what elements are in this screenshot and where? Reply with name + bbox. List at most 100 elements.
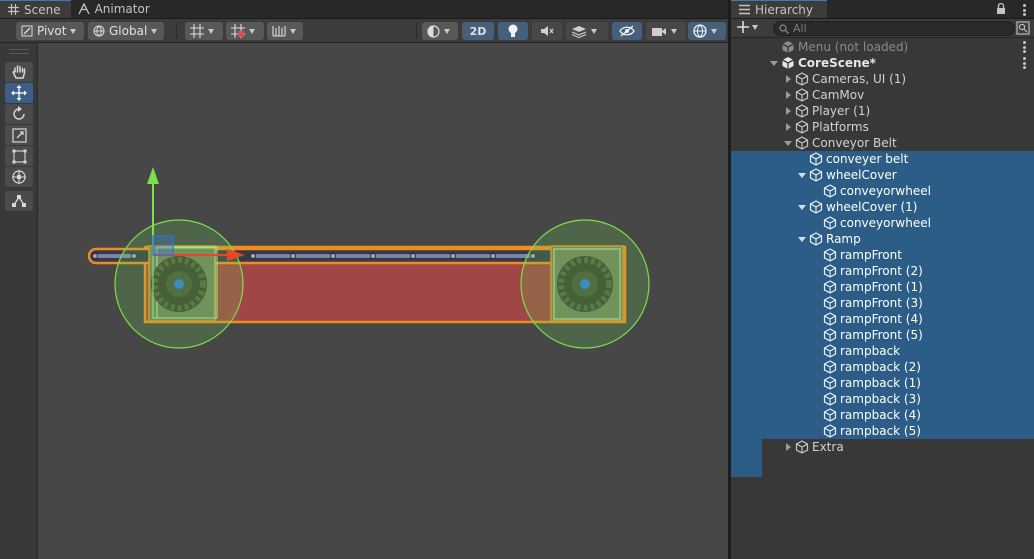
hierarchy-menu-icon[interactable] [1023, 4, 1026, 16]
tab-animator[interactable]: Animator [71, 0, 160, 18]
hierarchy-item[interactable]: wheelCover (1) [731, 199, 1034, 215]
cube-icon [823, 248, 837, 262]
triangle-down-icon [798, 204, 806, 210]
hierarchy-item[interactable]: rampback (3) [731, 391, 1034, 407]
cube-icon [795, 440, 809, 454]
scene-tabbar: Scene Animator [0, 0, 728, 19]
lighting-toggle[interactable] [498, 22, 528, 40]
hierarchy-item[interactable]: Cameras, UI (1) [731, 71, 1034, 87]
expand-arrow-icon[interactable] [783, 119, 793, 135]
cube-icon [823, 216, 837, 230]
hierarchy-item[interactable]: rampback (2) [731, 359, 1034, 375]
hierarchy-item[interactable]: rampFront (3) [731, 295, 1034, 311]
grid-snap-icon [190, 24, 204, 38]
hierarchy-item[interactable]: CamMov [731, 87, 1034, 103]
expand-arrow-icon[interactable] [783, 439, 793, 455]
cube-icon [823, 344, 837, 358]
hierarchy-search-input[interactable]: All [773, 21, 1015, 36]
hierarchy-item[interactable]: conveyorwheel [731, 183, 1034, 199]
hierarchy-item[interactable]: Platforms [731, 119, 1034, 135]
pivot-dropdown[interactable]: Pivot [16, 22, 84, 40]
create-dropdown[interactable] [737, 21, 758, 33]
gizmos-dropdown[interactable] [688, 22, 726, 40]
globe-icon [93, 25, 105, 37]
gizmo-y-arrow-icon[interactable] [147, 167, 159, 184]
hand-tool-button[interactable] [5, 62, 33, 82]
search-icon [779, 23, 789, 34]
search-by-type-icon[interactable] [1016, 21, 1030, 38]
scene-visibility-toggle[interactable] [612, 22, 642, 40]
arrow-placeholder [811, 423, 821, 439]
rect-tool-button[interactable] [5, 146, 33, 166]
hand-icon [12, 65, 26, 79]
hierarchy-item[interactable]: wheelCover [731, 167, 1034, 183]
collapse-arrow-icon[interactable] [783, 135, 793, 151]
hierarchy-tree: Menu (not loaded) CoreScene* Cameras, UI (… [731, 38, 1034, 559]
audio-toggle[interactable] [532, 22, 562, 40]
tab-scene[interactable]: Scene [0, 0, 71, 18]
collapse-arrow-icon[interactable] [769, 55, 779, 71]
snap-increment-button[interactable] [185, 22, 223, 40]
rotate-tool-button[interactable] [5, 104, 33, 124]
hierarchy-item[interactable]: rampFront (1) [731, 279, 1034, 295]
grid-visibility-button[interactable] [226, 22, 264, 40]
grid-icon [7, 4, 19, 16]
scale-tool-button[interactable] [5, 125, 33, 145]
hierarchy-item[interactable]: rampback (4) [731, 407, 1034, 423]
custom-tool-button[interactable] [5, 191, 33, 211]
hierarchy-item[interactable]: conveyorwheel [731, 215, 1034, 231]
hierarchy-item[interactable]: CoreScene* [731, 55, 1034, 71]
layers-icon [571, 25, 587, 38]
scene-toolbar: Pivot Global 2D [0, 19, 728, 43]
animator-icon [78, 2, 90, 15]
hierarchy-item[interactable]: Extra [731, 439, 1034, 455]
move-arrows-icon [11, 85, 27, 101]
hierarchy-item[interactable]: Menu (not loaded) [731, 39, 1034, 55]
hierarchy-item[interactable]: conveyer belt [731, 151, 1034, 167]
hierarchy-item-label: Conveyor Belt [812, 136, 897, 150]
mode-2d-toggle[interactable]: 2D [462, 22, 494, 40]
expand-arrow-icon[interactable] [783, 103, 793, 119]
cube-icon [823, 296, 837, 310]
hierarchy-item[interactable]: rampFront (5) [731, 327, 1034, 343]
expand-arrow-icon[interactable] [783, 87, 793, 103]
hierarchy-item[interactable]: Conveyor Belt [731, 135, 1034, 151]
grid-axis-button[interactable] [267, 22, 303, 40]
shading-mode-button[interactable] [422, 22, 458, 40]
hierarchy-item-label: rampback (5) [840, 424, 921, 438]
effects-dropdown[interactable] [566, 22, 608, 40]
hierarchy-item[interactable]: rampback (1) [731, 375, 1034, 391]
hierarchy-item-label: rampback [840, 344, 901, 358]
transform-tool-button[interactable] [5, 167, 33, 187]
hierarchy-item[interactable]: Ramp [731, 231, 1034, 247]
expand-arrow-icon[interactable] [783, 71, 793, 87]
hierarchy-item[interactable]: rampback (5) [731, 423, 1034, 439]
tools-drag-handle[interactable] [9, 49, 29, 54]
collapse-arrow-icon[interactable] [797, 199, 807, 215]
arrow-placeholder [811, 279, 821, 295]
hierarchy-item[interactable]: rampFront (2) [731, 263, 1034, 279]
arrow-placeholder [811, 295, 821, 311]
lock-icon[interactable] [996, 2, 1006, 18]
cube-icon [795, 136, 809, 150]
scene-menu-icon[interactable] [1023, 57, 1026, 69]
hierarchy-item[interactable]: Player (1) [731, 103, 1034, 119]
eye-hidden-icon [619, 25, 635, 37]
global-dropdown[interactable]: Global [88, 22, 164, 40]
scene-menu-icon[interactable] [1023, 41, 1026, 53]
gizmo-xy-plane-handle[interactable] [152, 235, 174, 256]
tab-hierarchy[interactable]: Hierarchy [731, 0, 828, 18]
collapse-arrow-icon[interactable] [797, 167, 807, 183]
scene-camera-dropdown[interactable] [646, 22, 686, 40]
hierarchy-item[interactable]: rampFront (4) [731, 311, 1034, 327]
transform-icon [12, 170, 26, 184]
hierarchy-item-label: conveyer belt [826, 152, 909, 166]
wheel-collider-left [114, 219, 244, 349]
collapse-arrow-icon[interactable] [797, 231, 807, 247]
scene-viewport[interactable] [38, 43, 728, 559]
move-tool-button[interactable] [5, 83, 33, 103]
hierarchy-item[interactable]: rampback [731, 343, 1034, 359]
hierarchy-item[interactable]: rampFront [731, 247, 1034, 263]
triangle-down-icon [798, 172, 806, 178]
cube-icon [809, 152, 823, 166]
